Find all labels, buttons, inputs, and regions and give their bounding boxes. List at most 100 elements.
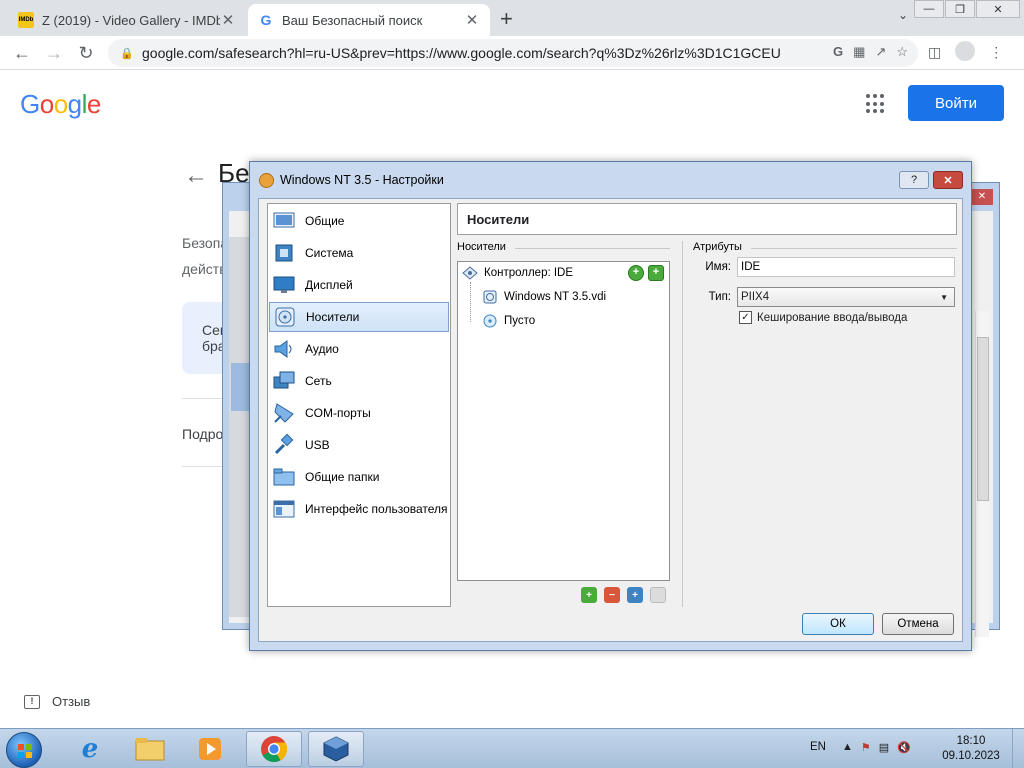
reload-icon[interactable]: ↻ bbox=[74, 41, 98, 65]
dialog-titlebar[interactable]: Windows NT 3.5 - Настройки bbox=[250, 162, 971, 198]
show-desktop-button[interactable] bbox=[1012, 729, 1024, 768]
page-back-arrow-icon[interactable]: ← bbox=[184, 162, 208, 190]
remove-attachment-icon[interactable] bbox=[650, 587, 666, 603]
clock-date: 09.10.2023 bbox=[942, 750, 1000, 762]
system-chip-icon bbox=[273, 243, 295, 263]
remove-controller-icon[interactable]: − bbox=[604, 587, 620, 603]
controller-name-input[interactable] bbox=[737, 257, 955, 277]
sign-in-button[interactable]: Войти bbox=[908, 85, 1004, 121]
category-label: Интерфейс пользователя bbox=[305, 502, 448, 516]
chrome-taskbar-icon[interactable] bbox=[246, 731, 302, 767]
tray-expand-icon[interactable]: ▲ bbox=[842, 741, 853, 754]
cancel-button[interactable]: Отмена bbox=[882, 613, 954, 635]
user-interface-icon bbox=[273, 499, 295, 519]
category-label: Дисплей bbox=[305, 278, 353, 292]
windows-taskbar: e EN ▲ ⚑ ▤ 🔇 18:10 09.10.2023 bbox=[0, 728, 1024, 768]
optical-disc-icon bbox=[482, 313, 498, 329]
settings-dialog: Windows NT 3.5 - Настройки ? ✕ Общие Сист… bbox=[249, 161, 972, 651]
taskbar-clock[interactable]: 18:10 09.10.2023 bbox=[936, 734, 1006, 764]
explorer-taskbar-icon[interactable] bbox=[122, 731, 178, 767]
attachment-empty-node[interactable]: Пусто bbox=[482, 311, 535, 331]
internet-explorer-taskbar-icon[interactable]: e bbox=[62, 731, 118, 767]
category-item-1[interactable]: Общие bbox=[269, 206, 449, 236]
add-attachment-icon[interactable]: + bbox=[627, 587, 643, 603]
attachment-label: Пусто bbox=[504, 315, 536, 327]
help-button[interactable]: ? bbox=[899, 171, 929, 189]
menu-kebab-icon[interactable]: ⋮ bbox=[989, 44, 1003, 61]
start-button[interactable] bbox=[6, 732, 42, 768]
add-optical-drive-icon[interactable]: + bbox=[628, 265, 644, 281]
lock-icon[interactable]: 🔒 bbox=[120, 47, 134, 60]
ok-button[interactable]: ОК bbox=[802, 613, 874, 635]
more-details-link[interactable]: Подро bbox=[182, 426, 223, 442]
tab-search-chevron-icon[interactable]: ⌄ bbox=[898, 8, 908, 22]
category-item-4[interactable]: Носители bbox=[269, 302, 449, 332]
controller-ide-node[interactable]: Контроллер: IDE bbox=[462, 263, 573, 283]
general-icon bbox=[273, 211, 295, 231]
category-item-8[interactable]: USB bbox=[269, 430, 449, 460]
tab-imdb[interactable]: IMDb Z (2019) - Video Gallery - IMDb ✕ bbox=[8, 4, 246, 36]
side-panel-icon[interactable]: ◫ bbox=[928, 44, 941, 61]
settings-category-list: Общие Система Дисплей Носители Аудио Сеть COM-… bbox=[267, 203, 451, 607]
category-item-10[interactable]: Интерфейс пользователя bbox=[269, 494, 449, 524]
category-item-6[interactable]: Сеть bbox=[269, 366, 449, 396]
category-item-7[interactable]: COM-порты bbox=[269, 398, 449, 428]
io-cache-checkbox-row[interactable]: ✓ Кеширование ввода/вывода bbox=[739, 311, 907, 324]
share-icon[interactable]: ↗ bbox=[875, 44, 886, 60]
storage-tree[interactable]: Контроллер: IDE + + Windows NT 3.5.vdi П… bbox=[457, 261, 670, 581]
tab-safesearch[interactable]: G Ваш Безопасный поиск ✕ bbox=[248, 4, 490, 36]
window-close-icon[interactable]: ✕ bbox=[976, 0, 1020, 18]
category-label: COM-порты bbox=[305, 406, 371, 420]
url-text[interactable]: google.com/safesearch?hl=ru-US&prev=http… bbox=[142, 45, 782, 61]
minimize-icon[interactable]: — bbox=[914, 0, 944, 18]
settings-gear-icon bbox=[259, 172, 274, 188]
volume-muted-icon[interactable]: 🔇 bbox=[897, 741, 911, 754]
toolbar-right: ◫ ⋮ bbox=[928, 41, 1003, 61]
category-label: Аудио bbox=[305, 342, 339, 356]
close-tab-icon[interactable]: ✕ bbox=[464, 11, 480, 29]
network-status-icon[interactable]: ▤ bbox=[879, 741, 889, 754]
group-divider bbox=[515, 248, 670, 249]
new-tab-button[interactable]: + bbox=[500, 6, 513, 32]
close-tab-icon[interactable]: ✕ bbox=[220, 11, 236, 29]
google-lens-icon[interactable]: G bbox=[833, 44, 843, 60]
category-label: Общие папки bbox=[305, 470, 380, 484]
profile-avatar-icon[interactable] bbox=[955, 41, 976, 61]
add-controller-icon[interactable]: + bbox=[581, 587, 597, 603]
language-indicator[interactable]: EN bbox=[810, 741, 826, 753]
back-arrow-icon[interactable]: ← bbox=[10, 41, 34, 65]
network-icon bbox=[273, 371, 295, 391]
google-logo[interactable]: Google bbox=[20, 89, 101, 120]
media-player-taskbar-icon[interactable] bbox=[182, 731, 238, 767]
attachment-vdi-node[interactable]: Windows NT 3.5.vdi bbox=[482, 287, 606, 307]
serial-port-icon bbox=[273, 403, 295, 423]
io-cache-checkbox[interactable]: ✓ bbox=[739, 311, 752, 324]
dialog-close-button[interactable]: ✕ bbox=[933, 171, 963, 189]
category-item-5[interactable]: Аудио bbox=[269, 334, 449, 364]
address-bar[interactable]: 🔒 google.com/safesearch?hl=ru-US&prev=ht… bbox=[108, 39, 918, 67]
translate-icon[interactable]: ▦ bbox=[853, 44, 865, 60]
virtualbox-taskbar-icon[interactable] bbox=[308, 731, 364, 767]
google-apps-grid-icon[interactable] bbox=[866, 94, 886, 114]
storage-toolbar: + − + bbox=[581, 587, 666, 603]
category-item-2[interactable]: Система bbox=[269, 238, 449, 268]
restore-icon[interactable]: ❐ bbox=[945, 0, 975, 18]
dropdown-arrow-icon[interactable]: ▼ bbox=[940, 293, 951, 302]
storage-group-label: Носители bbox=[457, 241, 510, 253]
manager-close-icon[interactable]: ✕ bbox=[971, 189, 993, 205]
controller-type-select[interactable]: PIIX4 ▼ bbox=[737, 287, 955, 307]
feedback-link[interactable]: ! Отзыв bbox=[24, 694, 90, 709]
windows-logo-icon bbox=[18, 744, 32, 758]
add-hard-disk-icon[interactable]: + bbox=[648, 265, 664, 281]
bookmark-star-icon[interactable]: ☆ bbox=[896, 44, 908, 60]
manager-scrollbar[interactable] bbox=[975, 311, 989, 637]
category-item-3[interactable]: Дисплей bbox=[269, 270, 449, 300]
imdb-favicon-icon: IMDb bbox=[18, 12, 34, 28]
scroll-thumb[interactable] bbox=[977, 337, 989, 501]
category-item-9[interactable]: Общие папки bbox=[269, 462, 449, 492]
logo-letter: e bbox=[86, 89, 101, 119]
media-player-icon bbox=[199, 738, 221, 760]
forward-arrow-icon[interactable]: → bbox=[42, 41, 66, 65]
usb-icon bbox=[273, 434, 295, 455]
action-center-flag-icon[interactable]: ⚑ bbox=[861, 741, 871, 754]
